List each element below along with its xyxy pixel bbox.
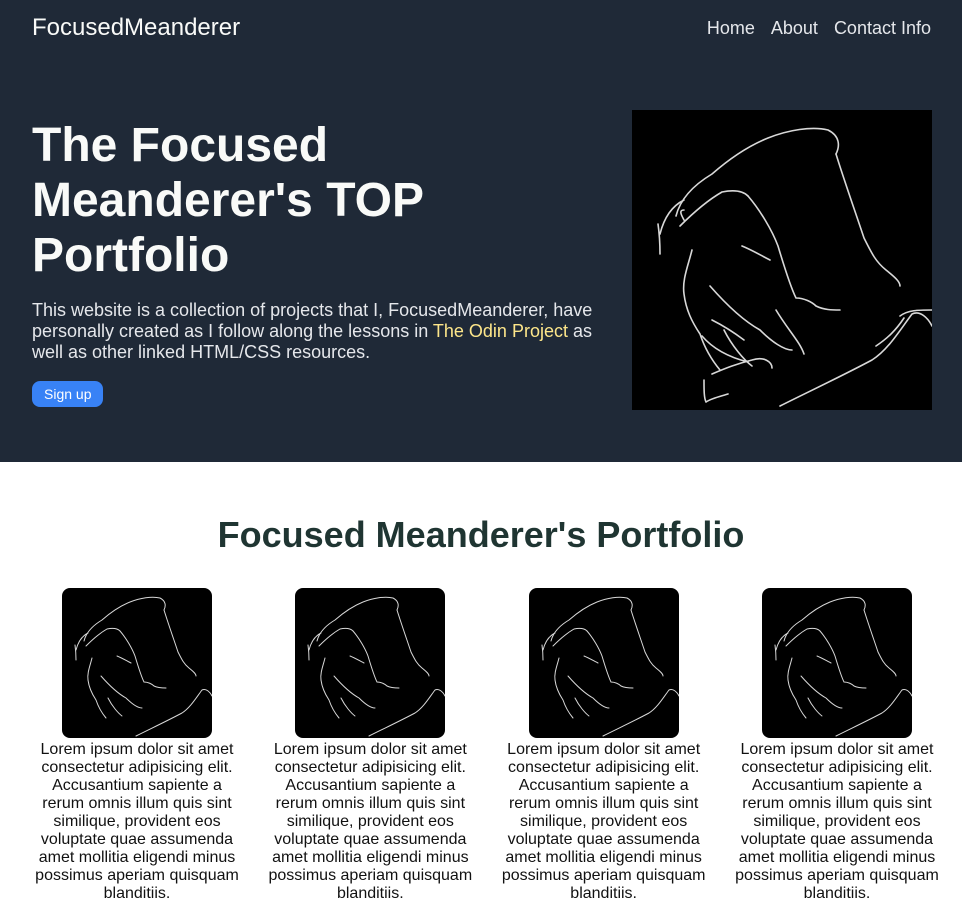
nav-link-contact-info[interactable]: Contact Info <box>834 18 931 39</box>
card-image[interactable] <box>295 588 446 738</box>
hero-text: The Focused Meanderer's TOP Portfolio Th… <box>32 118 612 407</box>
portfolio-card: Lorem ipsum dolor sit amet consectetur a… <box>265 588 475 903</box>
portfolio-title: Focused Meanderer's Portfolio <box>217 514 745 555</box>
site-logo[interactable]: FocusedMeanderer <box>32 14 240 42</box>
nav-links: Home About Contact Info <box>707 18 931 39</box>
nav-link-home[interactable]: Home <box>707 18 755 39</box>
card-image[interactable] <box>528 588 679 738</box>
card-image[interactable] <box>761 588 912 738</box>
hero-title: The Focused Meanderer's TOP Portfolio <box>32 119 424 282</box>
portfolio-card: Lorem ipsum dolor sit amet consectetur a… <box>32 588 242 903</box>
portfolio-card: Lorem ipsum dolor sit amet consectetur a… <box>732 588 942 903</box>
hero-description: This website is a collection of projects… <box>32 300 612 363</box>
nav-link-about[interactable]: About <box>771 18 818 39</box>
card-image[interactable] <box>62 588 212 738</box>
signup-button[interactable]: Sign up <box>32 381 104 407</box>
hero-section: FocusedMeanderer Home About Contact Info… <box>0 0 962 462</box>
hero-portrait-image <box>632 110 932 410</box>
odin-project-link[interactable]: The Odin Project <box>433 321 568 341</box>
card-description: Lorem ipsum dolor sit amet consectetur a… <box>735 741 939 902</box>
navbar: FocusedMeanderer Home About Contact Info <box>32 14 931 42</box>
card-description: Lorem ipsum dolor sit amet consectetur a… <box>268 741 473 902</box>
card-description: Lorem ipsum dolor sit amet consectetur a… <box>501 741 706 902</box>
portfolio-section: Focused Meanderer's Portfolio Lorem ipsu… <box>0 462 962 903</box>
portfolio-card: Lorem ipsum dolor sit amet consectetur a… <box>499 588 709 903</box>
portfolio-cards: Lorem ipsum dolor sit amet consectetur a… <box>0 588 962 903</box>
card-description: Lorem ipsum dolor sit amet consectetur a… <box>35 741 239 902</box>
